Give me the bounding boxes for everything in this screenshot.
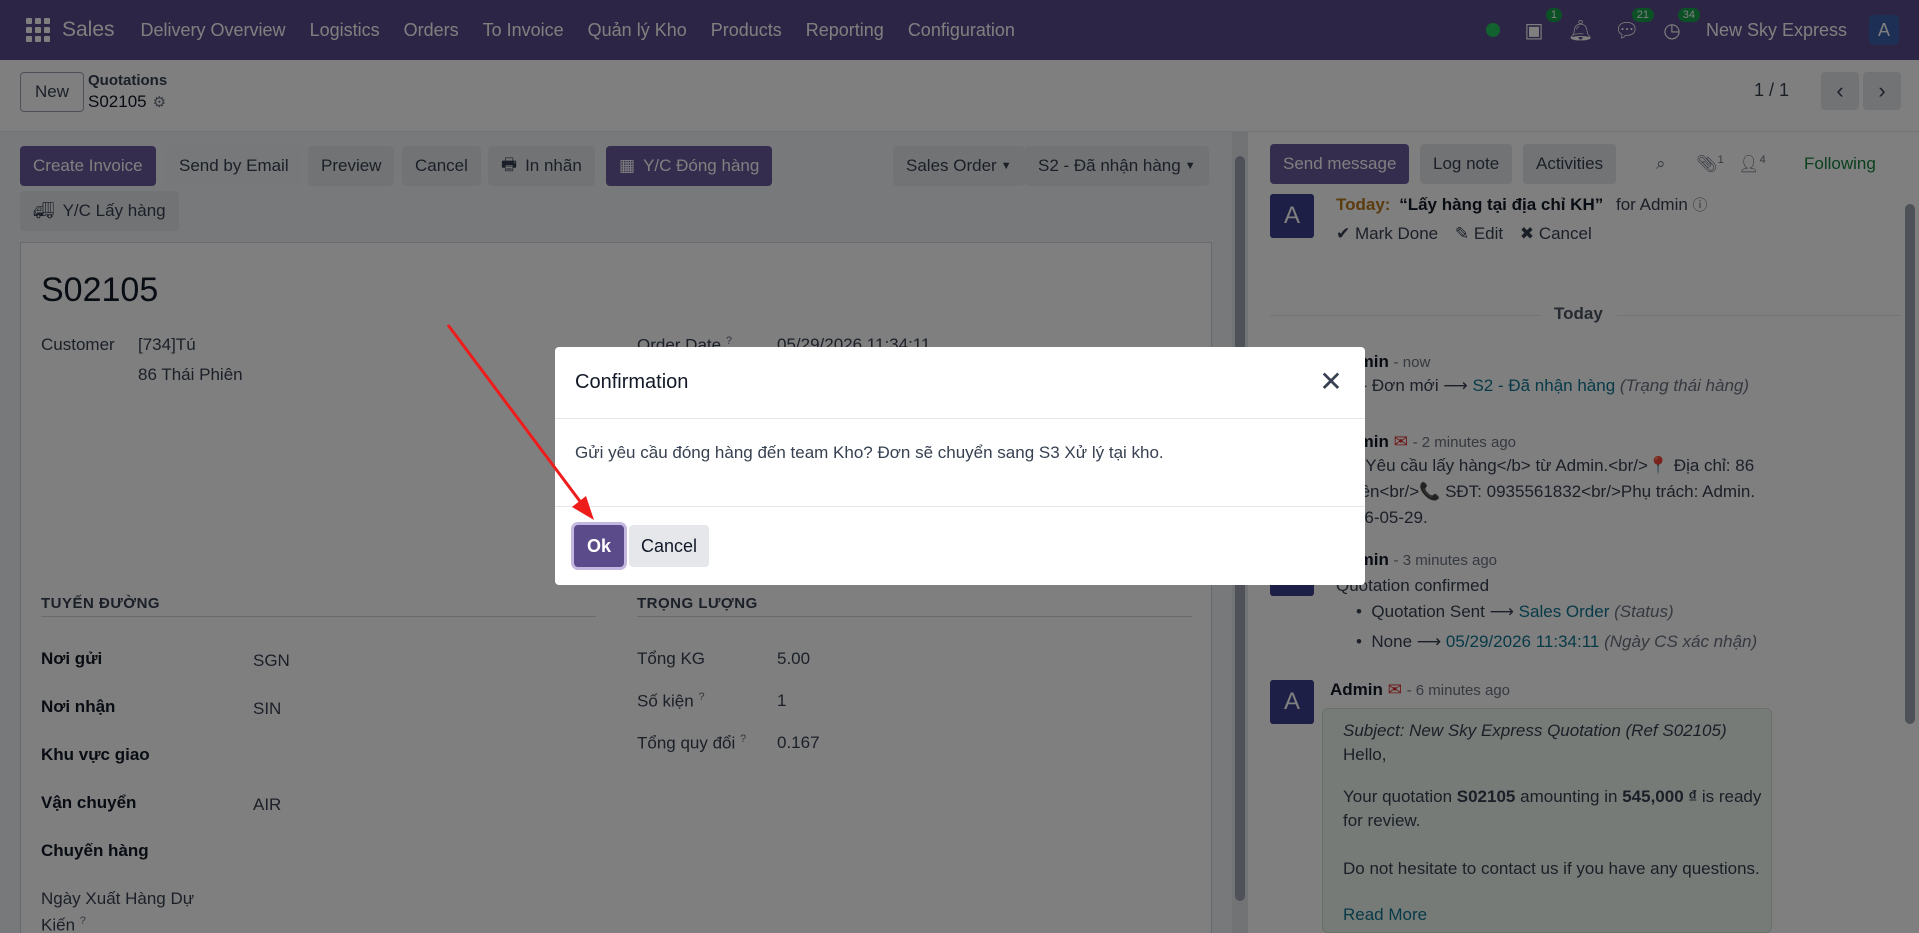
dialog-header: Confirmation ✕ [555, 347, 1365, 419]
dialog-body: Gửi yêu cầu đóng hàng đến team Kho? Đơn … [555, 419, 1365, 507]
ok-button[interactable]: Ok [574, 525, 624, 567]
confirmation-dialog: Confirmation ✕ Gửi yêu cầu đóng hàng đến… [555, 347, 1365, 585]
dialog-title: Confirmation [575, 371, 689, 393]
cancel-button[interactable]: Cancel [629, 525, 709, 567]
close-icon[interactable]: ✕ [1313, 363, 1349, 399]
dialog-message: Gửi yêu cầu đóng hàng đến team Kho? Đơn … [575, 443, 1164, 462]
